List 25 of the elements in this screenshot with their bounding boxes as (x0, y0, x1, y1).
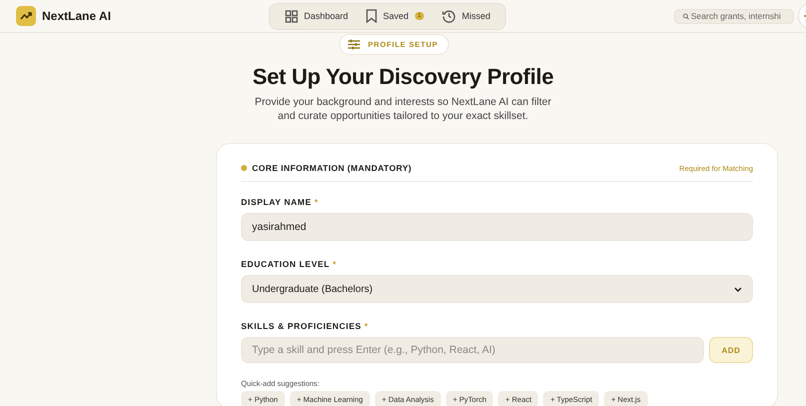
search-icon (683, 10, 689, 22)
section-title: CORE INFORMATION (MANDATORY) (252, 163, 412, 173)
required-mark: * (364, 321, 368, 331)
status-dot-icon (241, 165, 247, 171)
page-title: Set Up Your Discovery Profile (252, 64, 554, 90)
sliders-icon (348, 39, 360, 50)
search-input[interactable]: Search grants, internshi (691, 11, 791, 21)
page-subtitle: Provide your background and interests so NextLane AI can filter and curate opportunities tailored to your exact skillset. (254, 96, 552, 123)
skill-input-field[interactable]: Type a skill and press Enter (e.g., Python, React, AI) (241, 337, 704, 363)
brand-name: NextLane AI (42, 9, 111, 23)
brand-logo-icon (16, 6, 36, 26)
nav-tab[interactable]: Dashboard (278, 6, 356, 26)
display-name-field[interactable]: yasirahmed (241, 213, 753, 241)
grid-icon (285, 10, 298, 22)
required-mark: * (332, 259, 337, 269)
search-field[interactable]: Search grants, internshi (674, 8, 794, 24)
bookmark-icon (366, 9, 378, 23)
field-label: DISPLAY NAME (241, 197, 312, 207)
field-label: SKILLS & PROFICIENCIES (241, 321, 362, 331)
nav-tab[interactable]: Missed (434, 6, 498, 26)
required-mark: * (314, 197, 318, 207)
history-icon (442, 9, 456, 23)
education-select[interactable]: Undergraduate (Bachelors) (241, 275, 753, 303)
caret-icon (734, 286, 742, 292)
field-label: EDUCATION LEVEL (241, 259, 330, 269)
